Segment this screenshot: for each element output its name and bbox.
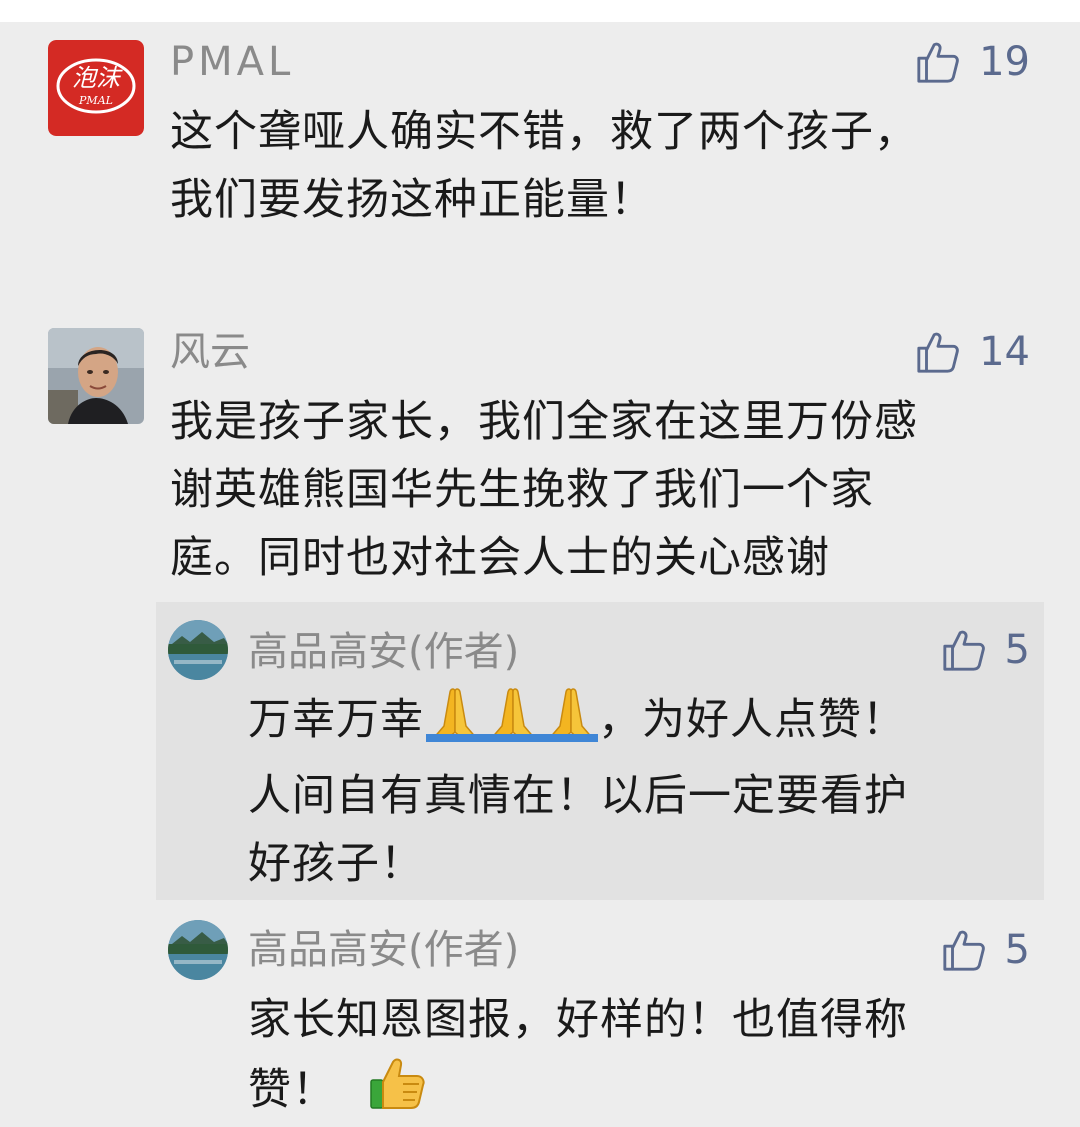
thumbs-up-outline-icon bbox=[917, 42, 959, 83]
comment-line: 我们要发扬这种正能量！ bbox=[170, 175, 654, 225]
reply-line: 人间自有真情在！以后一定要看护 bbox=[248, 771, 908, 821]
thumbs-up-outline-icon bbox=[917, 332, 959, 373]
comment-line: 庭。同时也对社会人士的关心感谢 bbox=[170, 533, 830, 583]
avatar[interactable] bbox=[168, 620, 228, 680]
comment-author[interactable]: 风云 bbox=[170, 326, 250, 378]
landscape-avatar bbox=[168, 920, 228, 980]
like-button[interactable]: 14 bbox=[915, 326, 1030, 378]
svg-text:泡沫: 泡沫 bbox=[72, 64, 123, 92]
svg-text:PMAL: PMAL bbox=[78, 94, 113, 107]
reply-text: 万幸万幸 ，为好人点赞！ 人间自有真情在！以后一定要看护 好孩子！ bbox=[248, 686, 908, 898]
comment-line: 我是孩子家长，我们全家在这里万份感 bbox=[170, 397, 918, 447]
reply-line: 万幸万幸 ，为好人点赞！ bbox=[248, 686, 908, 762]
folded-hands-emoji-group bbox=[426, 688, 600, 742]
like-button[interactable]: 5 bbox=[941, 624, 1030, 676]
reply-line: 家长知恩图报，好样的！也值得称 bbox=[248, 995, 908, 1045]
avatar[interactable] bbox=[168, 920, 228, 980]
reply-line: 赞！ bbox=[248, 1054, 908, 1127]
comment-text: 这个聋哑人确实不错，救了两个孩子， 我们要发扬这种正能量！ bbox=[170, 98, 918, 234]
paomo-logo-icon: 泡沫 PMAL bbox=[48, 40, 144, 136]
reply-author[interactable]: 高品高安(作者) bbox=[248, 924, 519, 976]
reply-text: 家长知恩图报，好样的！也值得称 赞！ bbox=[248, 986, 908, 1127]
reply-text-segment: 万幸万幸 bbox=[248, 695, 424, 745]
avatar[interactable] bbox=[48, 328, 144, 424]
thumbs-up-outline-icon bbox=[942, 930, 985, 971]
reply-text-segment: ，为好人点赞！ bbox=[598, 695, 906, 745]
like-button[interactable]: 19 bbox=[915, 36, 1030, 88]
thumbs-up-emoji-icon bbox=[369, 1058, 425, 1109]
like-count: 14 bbox=[979, 329, 1030, 375]
like-count: 19 bbox=[979, 39, 1030, 85]
thumbs-up-outline-icon bbox=[942, 630, 985, 671]
reply-author[interactable]: 高品高安(作者) bbox=[248, 626, 519, 678]
thumbs-up-emoji bbox=[369, 1054, 427, 1127]
comment-author[interactable]: PMAL bbox=[170, 36, 294, 88]
like-button[interactable]: 5 bbox=[941, 924, 1030, 976]
comment-line: 谢英雄熊国华先生挽救了我们一个家 bbox=[170, 465, 874, 515]
like-count: 5 bbox=[1004, 927, 1030, 973]
landscape-avatar bbox=[168, 620, 228, 680]
comment-text: 我是孩子家长，我们全家在这里万份感 谢英雄熊国华先生挽救了我们一个家 庭。同时也… bbox=[170, 388, 918, 592]
comment-section: 泡沫 PMAL PMAL 19 这个聋哑人确实不错，救了两个孩子， 我们要发扬这… bbox=[0, 0, 1080, 1127]
avatar[interactable]: 泡沫 PMAL bbox=[48, 40, 144, 136]
reply-text-segment: 赞！ bbox=[248, 1065, 336, 1115]
like-count: 5 bbox=[1004, 627, 1030, 673]
comment-line: 这个聋哑人确实不错，救了两个孩子， bbox=[170, 107, 918, 157]
person-photo-avatar bbox=[48, 328, 144, 424]
comment-item: 泡沫 PMAL PMAL 19 这个聋哑人确实不错，救了两个孩子， 我们要发扬这… bbox=[0, 0, 1080, 290]
folded-hands-emoji bbox=[424, 686, 600, 762]
reply-line: 好孩子！ bbox=[248, 839, 424, 889]
